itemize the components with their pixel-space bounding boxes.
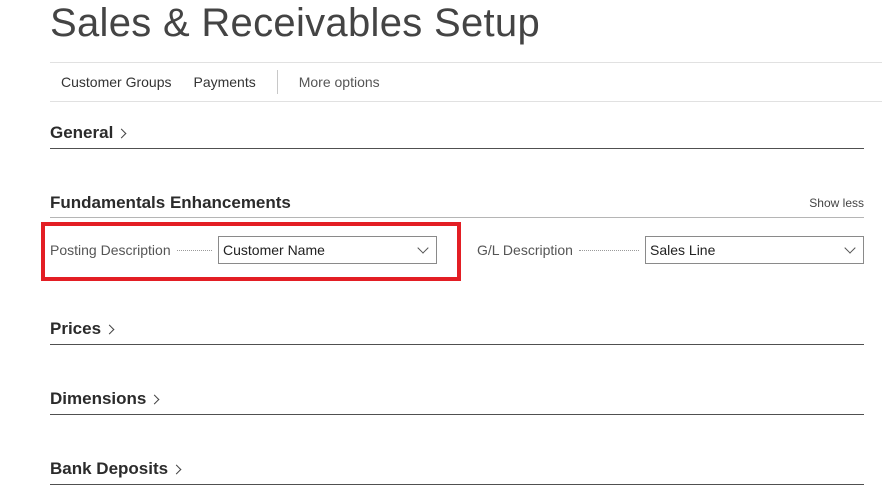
section-fundamentals-header: Fundamentals Enhancements Show less [50, 188, 864, 218]
chevron-right-icon [104, 324, 115, 335]
action-customer-groups[interactable]: Customer Groups [50, 63, 182, 101]
more-options-button[interactable]: More options [288, 63, 391, 101]
dotted-leader [578, 249, 639, 251]
action-divider [276, 70, 278, 94]
section-title[interactable]: Fundamentals Enhancements [50, 193, 291, 213]
section-dimensions: Dimensions [50, 384, 864, 415]
section-dimensions-header[interactable]: Dimensions [50, 384, 864, 414]
action-payments[interactable]: Payments [182, 63, 266, 101]
section-title: Prices [50, 319, 102, 338]
chevron-right-icon [116, 128, 127, 139]
action-bar: Customer Groups Payments More options [50, 62, 882, 102]
gl-description-label: G/L Description [477, 242, 573, 258]
section-title: Dimensions [50, 389, 147, 408]
chevron-right-icon [171, 464, 182, 475]
gl-description-value: Sales Line [650, 242, 716, 258]
page: Sales & Receivables Setup Customer Group… [0, 0, 895, 490]
section-fundamentals-enhancements: Fundamentals Enhancements Show less [50, 188, 864, 218]
show-less-link[interactable]: Show less [809, 196, 864, 210]
section-title: General [50, 123, 114, 142]
section-general: General [50, 118, 864, 149]
chevron-down-icon [844, 242, 856, 254]
chevron-right-icon [149, 394, 160, 405]
section-bank-deposits-header[interactable]: Bank Deposits [50, 454, 864, 484]
field-gl-description: G/L Description Sales Line [477, 236, 864, 264]
section-general-header[interactable]: General [50, 118, 864, 148]
gl-description-select[interactable]: Sales Line [645, 236, 864, 264]
section-title: Bank Deposits [50, 459, 169, 478]
section-prices-header[interactable]: Prices [50, 314, 864, 344]
section-prices: Prices [50, 314, 864, 345]
page-title: Sales & Receivables Setup [50, 1, 540, 45]
section-bank-deposits: Bank Deposits [50, 454, 864, 485]
highlight-box [41, 222, 461, 281]
